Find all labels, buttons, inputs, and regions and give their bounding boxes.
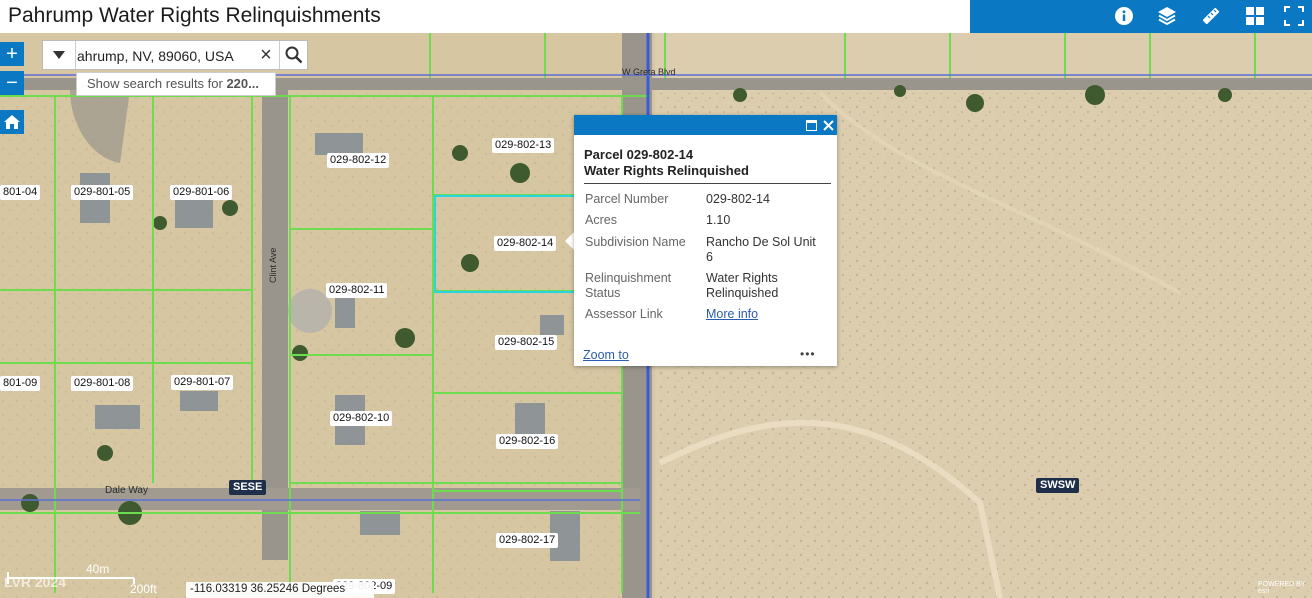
attribution-text: POWERED BY esri bbox=[1258, 581, 1306, 595]
popup-title: Parcel 029-802-14 Water Rights Relinquis… bbox=[584, 147, 749, 179]
search-icon bbox=[285, 46, 303, 64]
scale-bar: 40m 200ft bbox=[6, 562, 157, 596]
road-label-greta: W Greta Blvd bbox=[622, 67, 676, 77]
parcel-label[interactable]: 029-802-12 bbox=[327, 153, 390, 168]
parcel-label[interactable]: 029-802-17 bbox=[496, 533, 559, 548]
caret-down-icon bbox=[53, 51, 65, 59]
section-badge-swsw: SWSW bbox=[1036, 478, 1080, 493]
home-icon bbox=[4, 115, 20, 129]
assessor-more-info-link[interactable]: More info bbox=[706, 307, 758, 321]
parcel-label[interactable]: 029-801-08 bbox=[71, 376, 134, 391]
suggestion-prefix: Show search results for bbox=[87, 76, 227, 91]
measure-icon[interactable] bbox=[1197, 2, 1225, 30]
coordinate-readout: -116.03319 36.25246 Degrees bbox=[186, 582, 374, 598]
popup-pointer bbox=[565, 232, 574, 250]
parcel-label[interactable]: 801-09 bbox=[0, 376, 41, 391]
zoom-in-button[interactable]: + bbox=[0, 42, 24, 66]
search-suggestion[interactable]: Show search results for 220... bbox=[76, 72, 276, 96]
search-input[interactable] bbox=[77, 46, 263, 66]
popup-header bbox=[574, 115, 837, 135]
field-value-subdivision: Rancho De Sol Unit 6 bbox=[706, 235, 816, 264]
parcel-popup: Parcel 029-802-14 Water Rights Relinquis… bbox=[574, 115, 837, 366]
field-label-assessor-link: Assessor Link bbox=[585, 307, 663, 321]
close-icon[interactable] bbox=[819, 116, 837, 134]
parcel-label[interactable]: 029-801-06 bbox=[170, 185, 233, 200]
parcel-label[interactable]: 029-802-15 bbox=[495, 335, 558, 350]
maximize-icon[interactable] bbox=[802, 116, 820, 134]
field-value-acres: 1.10 bbox=[706, 213, 731, 227]
road-label-dale: Dale Way bbox=[105, 485, 148, 496]
field-label-parcel-number: Parcel Number bbox=[585, 192, 669, 206]
search-button[interactable] bbox=[279, 41, 308, 69]
suggestion-term: 220... bbox=[226, 76, 259, 91]
app-header: Pahrump Water Rights Relinquishments bbox=[0, 0, 1312, 33]
parcel-label[interactable]: 029-802-10 bbox=[330, 411, 393, 426]
popup-divider bbox=[584, 183, 831, 184]
parcel-label[interactable]: 029-802-13 bbox=[492, 138, 555, 153]
scale-metric: 40m bbox=[86, 562, 110, 576]
parcel-label-selected[interactable]: 029-802-14 bbox=[494, 236, 557, 251]
popup-title-line1: Parcel 029-802-14 bbox=[584, 147, 694, 162]
home-button[interactable] bbox=[0, 110, 24, 134]
zoom-out-button[interactable]: − bbox=[0, 71, 24, 95]
parcel-label[interactable]: 029-801-05 bbox=[71, 185, 134, 200]
popup-title-line2: Water Rights Relinquished bbox=[584, 163, 749, 178]
info-icon[interactable] bbox=[1110, 2, 1138, 30]
section-badge-sese: SESE bbox=[229, 480, 267, 495]
esri-attribution: POWERED BY esri bbox=[1250, 578, 1310, 598]
app-title: Pahrump Water Rights Relinquishments bbox=[8, 4, 381, 27]
search-widget: × bbox=[42, 40, 308, 70]
search-source-dropdown[interactable] bbox=[43, 41, 76, 69]
clear-search-icon[interactable]: × bbox=[255, 44, 277, 66]
toolbar bbox=[970, 0, 1312, 33]
field-label-subdivision: Subdivision Name bbox=[585, 235, 686, 249]
field-label-acres: Acres bbox=[585, 213, 617, 227]
layers-icon[interactable] bbox=[1153, 2, 1181, 30]
scale-imperial: 200ft bbox=[130, 582, 157, 596]
parcel-label[interactable]: 029-802-16 bbox=[496, 434, 559, 449]
field-value-status: Water Rights Relinquished bbox=[706, 271, 779, 300]
road-label-clint: Clint Ave bbox=[268, 247, 278, 283]
field-label-status: Relinquishment Status bbox=[585, 271, 672, 300]
parcel-label[interactable]: 029-801-07 bbox=[171, 375, 234, 390]
field-value-parcel-number: 029-802-14 bbox=[706, 192, 770, 206]
zoom-to-link[interactable]: Zoom to bbox=[583, 348, 629, 362]
more-actions-icon[interactable]: ••• bbox=[800, 347, 816, 361]
parcel-label[interactable]: 801-04 bbox=[0, 185, 41, 200]
fullscreen-icon[interactable] bbox=[1280, 2, 1308, 30]
basemap-gallery-icon[interactable] bbox=[1241, 2, 1269, 30]
parcel-label[interactable]: 029-802-11 bbox=[326, 283, 388, 298]
